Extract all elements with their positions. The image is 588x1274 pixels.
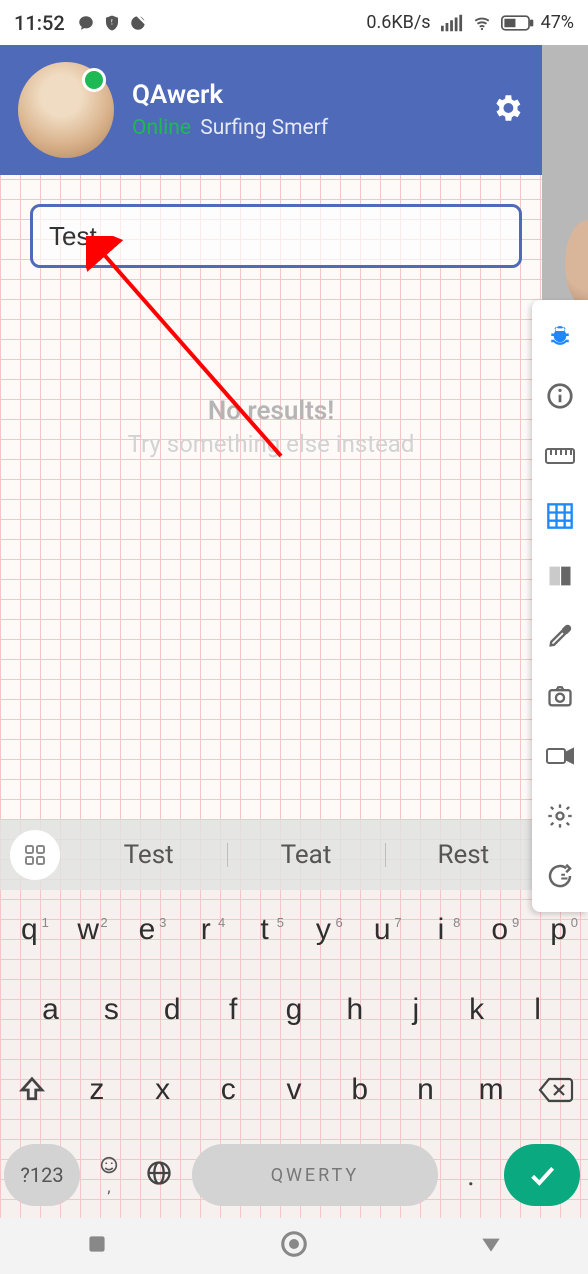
- keyboard-apps-icon[interactable]: [10, 830, 60, 880]
- split-icon[interactable]: [532, 546, 588, 606]
- enter-key[interactable]: [504, 1144, 580, 1206]
- symbols-key[interactable]: ?123: [4, 1144, 80, 1206]
- search-input[interactable]: [47, 220, 505, 253]
- key-u[interactable]: u7: [353, 913, 412, 947]
- rotate-icon[interactable]: [532, 846, 588, 906]
- period-key[interactable]: .: [446, 1159, 496, 1192]
- key-f[interactable]: f: [203, 993, 264, 1027]
- suggestion-1[interactable]: Test: [70, 840, 227, 870]
- shield-icon: [103, 14, 121, 32]
- suggestion-bar: Test Teat Rest: [0, 820, 542, 890]
- net-speed: 0.6KB/s: [366, 12, 430, 33]
- wifi-icon: [471, 14, 493, 32]
- shift-key[interactable]: [0, 1075, 64, 1105]
- camera-icon[interactable]: [532, 666, 588, 726]
- avatar[interactable]: [18, 62, 114, 158]
- key-h[interactable]: h: [324, 993, 385, 1027]
- emoji-key[interactable]: ,: [84, 1155, 134, 1196]
- soft-keyboard: q1w2e3r4t5y6u7i8o9p0 asdfghjkl zxcvbnm ?…: [0, 890, 588, 1220]
- ruler-icon[interactable]: [532, 426, 588, 486]
- status-bar: 11:52 0.6KB/s 47%: [0, 0, 588, 45]
- key-k[interactable]: k: [446, 993, 507, 1027]
- key-z[interactable]: z: [64, 1073, 130, 1107]
- dnd-icon: [129, 14, 147, 32]
- eyedropper-icon[interactable]: [532, 606, 588, 666]
- key-x[interactable]: x: [130, 1073, 196, 1107]
- suggestion-3[interactable]: Rest: [385, 840, 542, 870]
- key-d[interactable]: d: [142, 993, 203, 1027]
- key-s[interactable]: s: [81, 993, 142, 1027]
- key-b[interactable]: b: [327, 1073, 393, 1107]
- key-m[interactable]: m: [458, 1073, 524, 1107]
- recents-button[interactable]: [84, 1231, 110, 1261]
- video-icon[interactable]: [532, 726, 588, 786]
- back-button[interactable]: [478, 1231, 504, 1261]
- key-n[interactable]: n: [393, 1073, 459, 1107]
- battery-icon: [501, 14, 535, 32]
- settings-button[interactable]: [490, 91, 524, 129]
- clock: 11:52: [14, 11, 65, 35]
- search-field-wrap: [30, 204, 522, 268]
- key-e[interactable]: e3: [118, 913, 177, 947]
- key-a[interactable]: a: [20, 993, 81, 1027]
- peer-avatar-peek: [565, 220, 588, 308]
- contact-subtitle: Surfing Smerf: [200, 116, 328, 140]
- chat-icon: [77, 14, 95, 32]
- key-j[interactable]: j: [385, 993, 446, 1027]
- android-nav-bar: [0, 1218, 588, 1274]
- key-g[interactable]: g: [264, 993, 325, 1027]
- suggestion-2[interactable]: Teat: [227, 840, 384, 870]
- contact-name: QAwerk: [132, 80, 328, 110]
- key-l[interactable]: l: [507, 993, 568, 1027]
- spacebar[interactable]: QWERTY: [192, 1144, 438, 1206]
- info-icon[interactable]: [532, 366, 588, 426]
- key-c[interactable]: c: [195, 1073, 261, 1107]
- key-y[interactable]: y6: [294, 913, 353, 947]
- key-q[interactable]: q1: [0, 913, 59, 947]
- key-i[interactable]: i8: [412, 913, 471, 947]
- key-t[interactable]: t5: [235, 913, 294, 947]
- chat-header: QAwerk Online Surfing Smerf: [0, 45, 542, 175]
- home-button[interactable]: [279, 1229, 309, 1263]
- key-r[interactable]: r4: [176, 913, 235, 947]
- empty-title: No results!: [0, 396, 542, 426]
- key-w[interactable]: w2: [59, 913, 118, 947]
- inspector-rail: [532, 300, 588, 912]
- dim-overlay: [542, 45, 588, 305]
- gear-icon[interactable]: [532, 786, 588, 846]
- key-p[interactable]: p0: [529, 913, 588, 947]
- empty-subtitle: Try something else instead: [0, 430, 542, 458]
- signal-icon: [441, 14, 463, 32]
- grid-icon[interactable]: [532, 486, 588, 546]
- key-v[interactable]: v: [261, 1073, 327, 1107]
- key-o[interactable]: o9: [470, 913, 529, 947]
- bug-icon[interactable]: [532, 306, 588, 366]
- globe-key[interactable]: [134, 1159, 184, 1191]
- online-status: Online: [132, 116, 191, 140]
- battery-pct: 47%: [541, 12, 574, 33]
- backspace-key[interactable]: [524, 1076, 588, 1104]
- empty-state: No results! Try something else instead: [0, 396, 542, 458]
